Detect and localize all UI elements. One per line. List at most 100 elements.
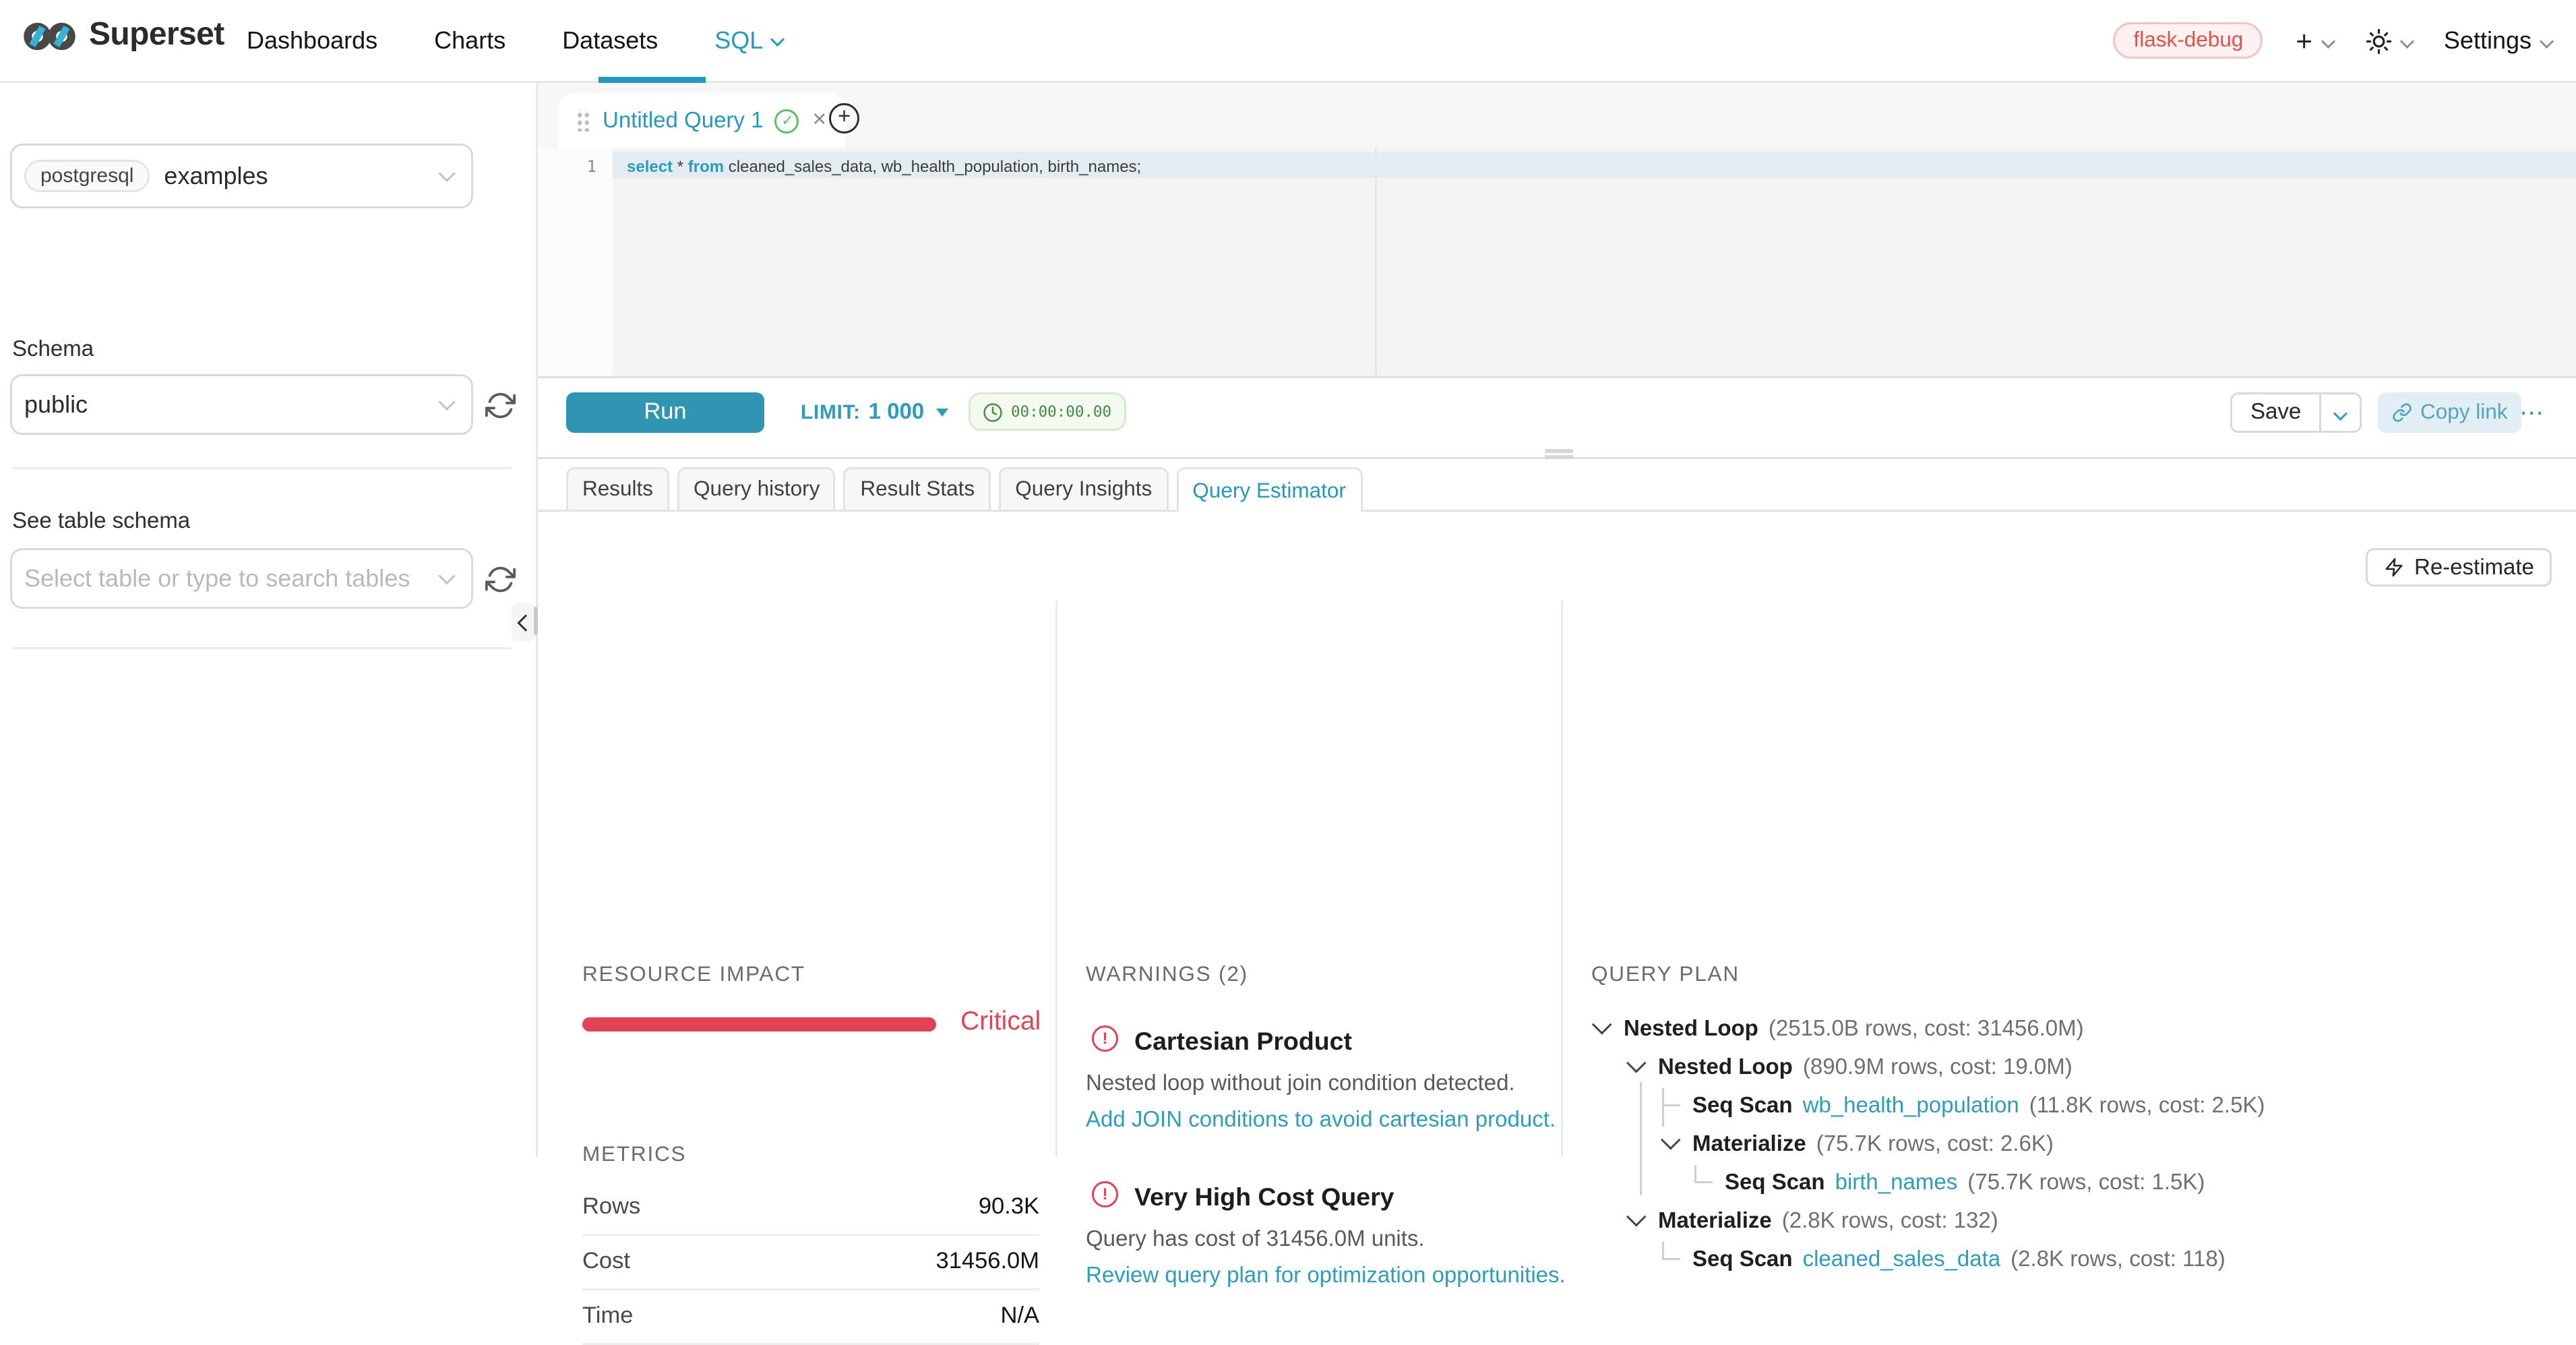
add-query-tab-button[interactable]: + — [829, 103, 859, 133]
plan-meta: (2515.0B rows, cost: 31456.0M) — [1769, 1017, 2084, 1041]
refresh-tables-icon[interactable] — [485, 564, 516, 595]
add-new-menu[interactable]: + — [2296, 26, 2333, 55]
plus-icon: + — [2296, 26, 2312, 55]
plan-table-link[interactable]: wb_health_population — [1803, 1094, 2019, 1118]
results-tab-strip: Results Query history Result Stats Query… — [538, 467, 2576, 512]
sql-code-line[interactable]: select * from cleaned_sales_data, wb_hea… — [627, 157, 1141, 175]
more-actions-button[interactable]: ⋯ — [2507, 392, 2556, 433]
plan-node: Seq Scanwb_health_population(11.8K rows,… — [1660, 1086, 2566, 1125]
column-divider — [1055, 601, 1057, 1157]
table-select-placeholder: Select table or type to search tables — [24, 564, 410, 593]
nav-charts[interactable]: Charts — [434, 26, 505, 55]
collapse-sidebar-button[interactable] — [512, 603, 536, 641]
schema-select[interactable]: public — [10, 374, 473, 435]
tab-query-insights[interactable]: Query Insights — [999, 467, 1168, 510]
chevron-down-icon — [2399, 33, 2414, 47]
refresh-schemas-icon[interactable] — [485, 390, 516, 421]
close-tab-icon[interactable]: ✕ — [811, 109, 827, 131]
sidebar-divider — [12, 467, 512, 469]
plan-meta: (2.8K rows, cost: 118) — [2011, 1247, 2226, 1272]
run-button[interactable]: Run — [566, 392, 764, 433]
sidebar-divider — [12, 647, 512, 649]
primary-nav: Dashboards Charts Datasets SQL — [247, 0, 783, 81]
plan-table-link[interactable]: birth_names — [1835, 1170, 1958, 1195]
copy-link-button[interactable]: Copy link — [2378, 392, 2522, 433]
limit-dropdown[interactable]: LIMIT: 1 000 — [801, 400, 948, 425]
warning-action-link[interactable]: Add JOIN conditions to avoid cartesian p… — [1086, 1108, 1556, 1133]
limit-label: LIMIT: — [801, 402, 861, 424]
pane-resize-handle[interactable] — [1545, 449, 1573, 462]
brand-home-link[interactable]: Superset — [22, 18, 224, 55]
sql-keyword: select — [627, 157, 673, 175]
warning-title: Very High Cost Query — [1134, 1183, 1394, 1212]
chevron-down-icon — [771, 32, 785, 47]
chevron-down-icon — [2540, 33, 2554, 47]
warning-title: Cartesian Product — [1134, 1027, 1352, 1056]
warning-message: Nested loop without join condition detec… — [1086, 1072, 1515, 1096]
tab-result-stats[interactable]: Result Stats — [844, 467, 991, 510]
warning-message: Query has cost of 31456.0M units. — [1086, 1228, 1425, 1252]
metrics-list: Rows90.3K Cost31456.0M TimeN/A — [582, 1181, 1039, 1345]
database-value: examples — [164, 162, 268, 190]
save-button[interactable]: Save — [2232, 394, 2319, 431]
warning-action-link[interactable]: Review query plan for optimization oppor… — [1086, 1264, 1566, 1288]
settings-label: Settings — [2444, 26, 2532, 55]
query-plan-tree: Nested Loop(2515.0B rows, cost: 31456.0M… — [1591, 1009, 2566, 1278]
query-tab-bar: Untitled Query 1 ✓ ✕ + — [538, 83, 2576, 148]
tree-caret-icon[interactable] — [1626, 1049, 1658, 1085]
reestimate-label: Re-estimate — [2414, 556, 2534, 580]
line-number: 1 — [538, 157, 596, 175]
nav-sql[interactable]: SQL — [714, 26, 783, 55]
editor-toolbar: Run LIMIT: 1 000 00:00:00.00 Save Copy l… — [538, 376, 2576, 459]
database-engine-tag: postgresql — [24, 160, 150, 192]
table-select[interactable]: Select table or type to search tables — [10, 548, 473, 609]
tree-caret-icon[interactable] — [1626, 1203, 1658, 1239]
sql-text: cleaned_sales_data, wb_health_population… — [724, 157, 1141, 175]
plan-node: Seq Scan cleaned_sales_data (2.8K rows, co… — [1660, 1240, 2566, 1278]
tree-branch-elbow — [1694, 1165, 1713, 1183]
save-split-button[interactable]: Save — [2230, 392, 2362, 433]
reestimate-button[interactable]: Re-estimate — [2366, 548, 2552, 587]
brand-name: Superset — [89, 18, 224, 55]
metric-row: TimeN/A — [582, 1290, 1039, 1345]
navbar-right: flask-debug + Settings — [2113, 0, 2552, 81]
tree-caret-icon[interactable] — [1660, 1126, 1692, 1162]
plan-node: Nested Loop(890.9M rows, cost: 19.0M) — [1626, 1048, 2566, 1086]
plan-op: Seq Scan — [1692, 1247, 1793, 1272]
sql-text: * — [673, 157, 688, 175]
tab-query-history[interactable]: Query history — [677, 467, 836, 510]
plan-node: Materialize(2.8K rows, cost: 132) — [1626, 1201, 2566, 1240]
scrollbar-thumb[interactable] — [533, 607, 539, 635]
sql-keyword: from — [688, 157, 724, 175]
plan-table-link[interactable]: cleaned_sales_data — [1803, 1247, 2001, 1272]
nav-dashboards[interactable]: Dashboards — [247, 26, 377, 55]
warnings-title: WARNINGS (2) — [1086, 963, 1248, 987]
query-tab-title: Untitled Query 1 — [603, 109, 763, 133]
editor-gutter — [538, 148, 613, 376]
nav-datasets[interactable]: Datasets — [562, 26, 658, 55]
plan-meta: (890.9M rows, cost: 19.0M) — [1803, 1055, 2073, 1079]
chevron-down-icon — [2333, 405, 2348, 419]
link-icon — [2392, 402, 2412, 423]
theme-menu[interactable] — [2365, 28, 2412, 54]
sql-code-editor[interactable]: 1 select * from cleaned_sales_data, wb_h… — [538, 148, 2576, 376]
limit-value: 1 000 — [869, 400, 925, 425]
superset-sql-lab: Superset Dashboards Charts Datasets SQL … — [0, 0, 2576, 1157]
tab-results[interactable]: Results — [566, 467, 669, 510]
clock-icon — [983, 402, 1003, 422]
nav-sql-label: SQL — [714, 26, 763, 55]
chevron-down-icon — [438, 568, 455, 585]
metric-value: N/A — [1000, 1305, 1039, 1329]
save-options-button[interactable] — [2319, 394, 2360, 431]
query-tab[interactable]: Untitled Query 1 ✓ ✕ — [558, 93, 845, 148]
settings-menu[interactable]: Settings — [2444, 26, 2552, 55]
database-select[interactable]: postgresql examples — [10, 144, 473, 208]
tab-query-estimator[interactable]: Query Estimator — [1176, 467, 1362, 512]
print-margin — [1375, 148, 1377, 376]
tree-caret-icon[interactable] — [1591, 1011, 1624, 1047]
plan-meta: (11.8K rows, cost: 2.5K) — [2029, 1094, 2265, 1118]
tree-guide-line — [1662, 1088, 1664, 1127]
superset-logo-icon — [22, 20, 77, 53]
drag-handle-icon[interactable] — [576, 109, 590, 131]
resource-impact-level: Critical — [960, 1005, 1041, 1036]
